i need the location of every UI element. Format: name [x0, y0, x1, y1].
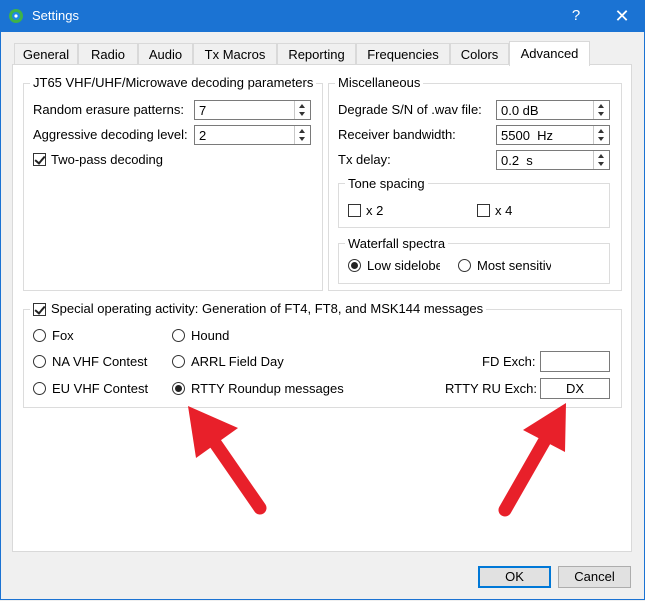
annotation-arrows [188, 403, 566, 517]
arrow-icon-right [498, 403, 566, 517]
arrow-icon-left [188, 406, 267, 515]
